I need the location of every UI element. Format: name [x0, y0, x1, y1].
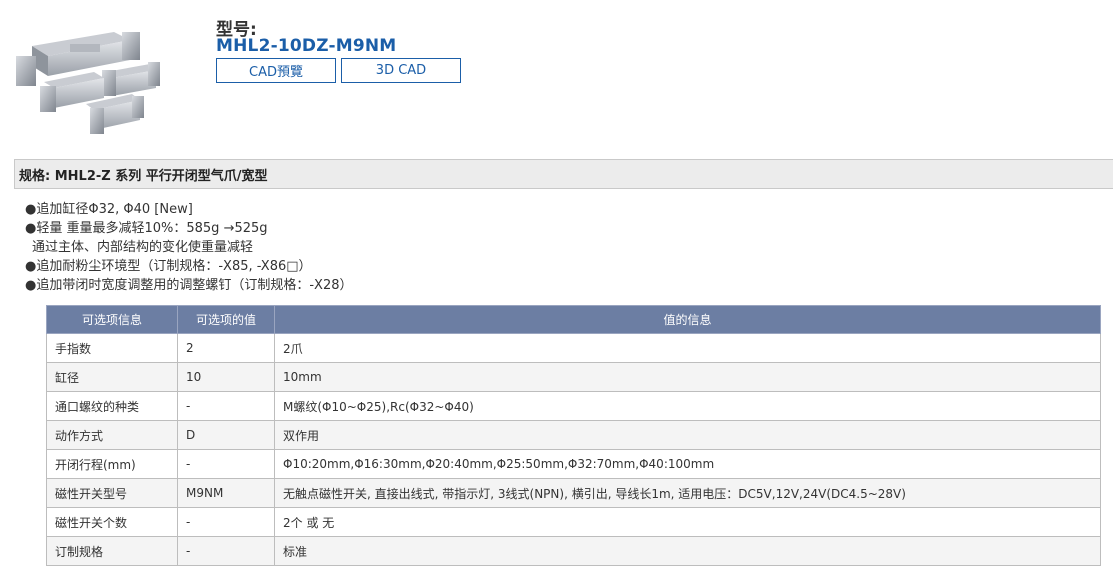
option-name-cell: 磁性开关型号	[46, 478, 178, 508]
table-row: 缸径 10 10mm	[46, 362, 1101, 392]
option-name-cell: 动作方式	[46, 420, 178, 450]
cad-preview-button[interactable]: CAD預覽	[216, 58, 336, 83]
table-row: 动作方式 D 双作用	[46, 420, 1101, 450]
header-option-value: 可选项的值	[177, 305, 275, 334]
option-name-cell: 手指数	[46, 333, 178, 363]
feature-item: ●追加带闭时宽度调整用的调整螺钉（订制规格：-X28）	[25, 278, 353, 293]
option-value-cell: -	[177, 536, 275, 566]
feature-list: ●追加缸径Φ32, Φ40 [New] ●轻量 重量最多减轻10%：585g →…	[25, 200, 352, 295]
table-row: 手指数 2 2爪	[46, 333, 1101, 363]
feature-item: ●追加缸径Φ32, Φ40 [New]	[25, 202, 193, 217]
value-info-cell: 10mm	[274, 362, 1101, 392]
value-info-cell: 标准	[274, 536, 1101, 566]
feature-item: ●追加耐粉尘环境型（订制规格：-X85, -X86□）	[25, 259, 312, 274]
value-info-cell: 无触点磁性开关, 直接出线式, 带指示灯, 3线式(NPN), 横引出, 导线长…	[274, 478, 1101, 508]
3d-cad-button[interactable]: 3D CAD	[341, 58, 461, 83]
table-header-row: 可选项信息 可选项的值 值的信息	[46, 305, 1101, 334]
option-name-cell: 通口螺纹的种类	[46, 391, 178, 421]
value-info-cell: 2爪	[274, 333, 1101, 363]
option-value-cell: -	[177, 449, 275, 479]
model-number: MHL2-10DZ-M9NM	[216, 36, 397, 56]
product-image	[14, 30, 160, 136]
option-value-cell: 10	[177, 362, 275, 392]
value-info-cell: 2个 或 无	[274, 507, 1101, 537]
feature-item: ●轻量 重量最多减轻10%：585g →525g	[25, 221, 268, 236]
table-row: 磁性开关个数 - 2个 或 无	[46, 507, 1101, 537]
value-info-cell: 双作用	[274, 420, 1101, 450]
spec-header: 规格: MHL2-Z 系列 平行开闭型气爪/宽型	[14, 159, 1113, 189]
table-row: 订制规格 - 标准	[46, 536, 1101, 566]
header-value-info: 值的信息	[274, 305, 1101, 334]
table-row: 磁性开关型号 M9NM 无触点磁性开关, 直接出线式, 带指示灯, 3线式(NP…	[46, 478, 1101, 508]
option-name-cell: 开闭行程(mm)	[46, 449, 178, 479]
value-info-cell: M螺纹(Φ10~Φ25),Rc(Φ32~Φ40)	[274, 391, 1101, 421]
option-value-cell: 2	[177, 333, 275, 363]
option-value-cell: -	[177, 507, 275, 537]
table-row: 开闭行程(mm) - Φ10:20mm,Φ16:30mm,Φ20:40mm,Φ2…	[46, 449, 1101, 479]
option-name-cell: 磁性开关个数	[46, 507, 178, 537]
options-table: 可选项信息 可选项的值 值的信息 手指数 2 2爪 缸径 10 10mm 通口螺…	[46, 305, 1101, 566]
option-value-cell: -	[177, 391, 275, 421]
header-option-info: 可选项信息	[46, 305, 178, 334]
option-name-cell: 订制规格	[46, 536, 178, 566]
option-value-cell: M9NM	[177, 478, 275, 508]
option-value-cell: D	[177, 420, 275, 450]
value-info-cell: Φ10:20mm,Φ16:30mm,Φ20:40mm,Φ25:50mm,Φ32:…	[274, 449, 1101, 479]
feature-item: 通过主体、内部结构的变化使重量减轻	[32, 240, 254, 255]
option-name-cell: 缸径	[46, 362, 178, 392]
table-row: 通口螺纹的种类 - M螺纹(Φ10~Φ25),Rc(Φ32~Φ40)	[46, 391, 1101, 421]
